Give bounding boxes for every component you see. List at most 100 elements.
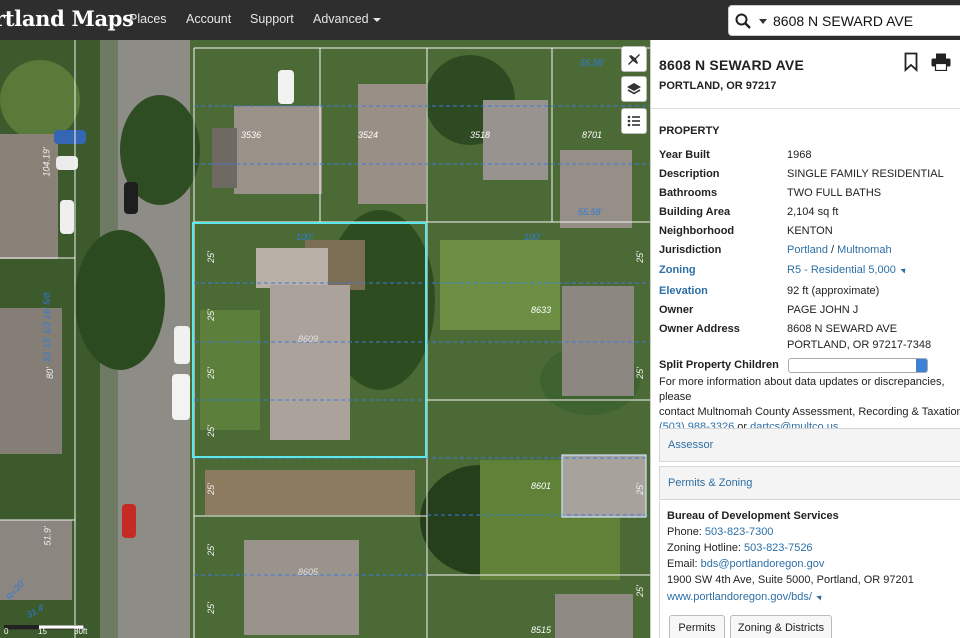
nav-advanced-label: Advanced (313, 12, 369, 26)
house-number: 3518 (470, 130, 491, 140)
chevron-down-icon (372, 17, 381, 22)
bureau-website: www.portlandoregon.gov/bds/ (667, 591, 824, 603)
measure-tool-button[interactable] (621, 46, 647, 72)
bureau-phone: Phone: 503-823-7300 (667, 526, 773, 538)
property-address: 8608 N SEWARD AVE (659, 57, 804, 73)
bureau-email-label: Email: (667, 558, 701, 570)
house-number: 3524 (358, 130, 379, 140)
property-panel: 8608 N SEWARD AVE PORTLAND, OR 97217 PRO… (650, 40, 960, 638)
aerial-map[interactable]: 3536 3524 3518 8701 8633 8601 8515 8609 … (0, 40, 650, 638)
bureau-hotline-link[interactable]: 503-823-7526 (744, 542, 813, 554)
dimension-label: 25' (205, 544, 216, 556)
elevation-link[interactable]: Elevation (659, 285, 708, 297)
house-number: 8515 (531, 625, 552, 635)
row-value: SINGLE FAMILY RESIDENTIAL (787, 168, 944, 180)
jurisdiction-link-portland[interactable]: Portland (787, 244, 828, 256)
row-key: Year Built (659, 149, 710, 161)
jurisdiction-link-multnomah[interactable]: Multnomah (837, 244, 891, 256)
nav-places[interactable]: Places (129, 12, 167, 26)
dimension-label: 25' (205, 483, 216, 495)
section-title: PROPERTY (659, 125, 720, 137)
dimension-label: 100' (296, 232, 313, 242)
neighborhood-link[interactable]: KENTON (787, 225, 833, 237)
map-labels: 3536 3524 3518 8701 8633 8601 8515 8609 … (0, 40, 650, 638)
accordion-permits-zoning[interactable]: Permits & Zoning (659, 466, 960, 500)
search-box (728, 5, 960, 36)
dimension-label: 25' (634, 585, 645, 597)
scale-bar-graphic (3, 624, 85, 630)
row-key: Bathrooms (659, 187, 718, 199)
nav-account[interactable]: Account (186, 12, 231, 26)
bureau-name: Bureau of Development Services (667, 510, 839, 522)
row-key: Description (659, 168, 720, 180)
split-property-label: Split Property Children (659, 359, 779, 371)
row-value: PORTLAND, OR 97217-7348 (787, 339, 932, 351)
zoning-link[interactable]: Zoning (659, 264, 696, 276)
bureau-hotline-label: Zoning Hotline: (667, 542, 745, 554)
jurisdiction-separator: / (827, 244, 838, 256)
dimension-label: 55.58' (580, 58, 605, 68)
dimension-label: R=20' (4, 577, 28, 603)
accordion-label: Permits & Zoning (668, 477, 753, 489)
info-line-2: contact Multnomah County Assessment, Rec… (659, 406, 960, 418)
map-scale-bar: 0 15 30ft (3, 624, 104, 636)
dimension-label: 55.58' (578, 207, 603, 217)
layers-icon (627, 83, 641, 95)
dimension-label: 25' (205, 309, 216, 321)
portland-maps-logo[interactable]: rtland Maps (0, 6, 134, 31)
row-key: Owner Address (659, 323, 740, 335)
airplane-icon (628, 54, 640, 65)
row-key: Jurisdiction (659, 244, 722, 256)
zoning-districts-button[interactable]: Zoning & Districts (730, 615, 832, 638)
bureau-phone-label: Phone: (667, 526, 705, 538)
print-icon[interactable] (931, 53, 951, 71)
dimension-label: 51.9' (42, 526, 53, 546)
dimension-label: 104.19' (41, 147, 52, 177)
search-input[interactable] (773, 9, 960, 33)
nav-advanced[interactable]: Advanced (313, 12, 381, 26)
scale-label: 15 (38, 627, 47, 636)
info-line-1: For more information about data updates … (659, 376, 945, 403)
search-type-dropdown-icon[interactable] (759, 19, 767, 24)
accordion-assessor[interactable]: Assessor (659, 428, 960, 462)
search-icon[interactable] (735, 13, 751, 29)
top-nav-bar: rtland Maps Places Account Support Advan… (0, 0, 960, 40)
house-number: 8633 (531, 305, 552, 315)
legend-button[interactable] (621, 108, 647, 134)
dimension-label: 25' (205, 251, 216, 263)
zoning-value-link[interactable]: R5 - Residential 5,000 (787, 264, 896, 276)
bureau-hotline: Zoning Hotline: 503-823-7526 (667, 542, 813, 554)
permits-button[interactable]: Permits (669, 615, 725, 638)
divider (651, 108, 960, 109)
bureau-phone-link[interactable]: 503-823-7300 (705, 526, 774, 538)
row-value: 2,104 sq ft (787, 206, 839, 218)
house-number: 3536 (241, 130, 262, 140)
row-value: 92 ft (approximate) (787, 285, 880, 297)
split-property-select[interactable] (788, 358, 928, 373)
layers-button[interactable] (621, 76, 647, 102)
dimension-label: 100' (524, 232, 541, 242)
row-key: Owner (659, 304, 694, 316)
house-number: 8609 (298, 334, 319, 344)
street-dimension-label: S1 15' 1/2 16' 5/8 (42, 292, 52, 363)
nav-support[interactable]: Support (250, 12, 294, 26)
dimension-label: 80' (44, 367, 55, 379)
bureau-email-link[interactable]: bds@portlandoregon.gov (701, 558, 825, 570)
row-value: TWO FULL BATHS (787, 187, 882, 199)
bureau-website-link[interactable]: www.portlandoregon.gov/bds/ (667, 591, 812, 603)
row-value: PAGE JOHN J (787, 304, 859, 316)
dimension-label: 25' (205, 602, 216, 614)
accordion-label: Assessor (668, 439, 714, 451)
scale-label: 30ft (74, 627, 88, 636)
list-icon (627, 115, 640, 127)
bureau-email: Email: bds@portlandoregon.gov (667, 558, 824, 570)
row-value: 1968 (787, 149, 812, 161)
house-number: 8701 (582, 130, 603, 140)
bureau-address: 1900 SW 4th Ave, Suite 5000, Portland, O… (667, 574, 914, 586)
house-number: 8601 (531, 481, 552, 491)
property-city: PORTLAND, OR 97217 (659, 80, 777, 92)
dimension-label: 25' (205, 367, 216, 379)
row-key: Neighborhood (659, 225, 735, 237)
row-value: 8608 N SEWARD AVE (787, 323, 898, 335)
bookmark-icon[interactable] (904, 52, 918, 72)
